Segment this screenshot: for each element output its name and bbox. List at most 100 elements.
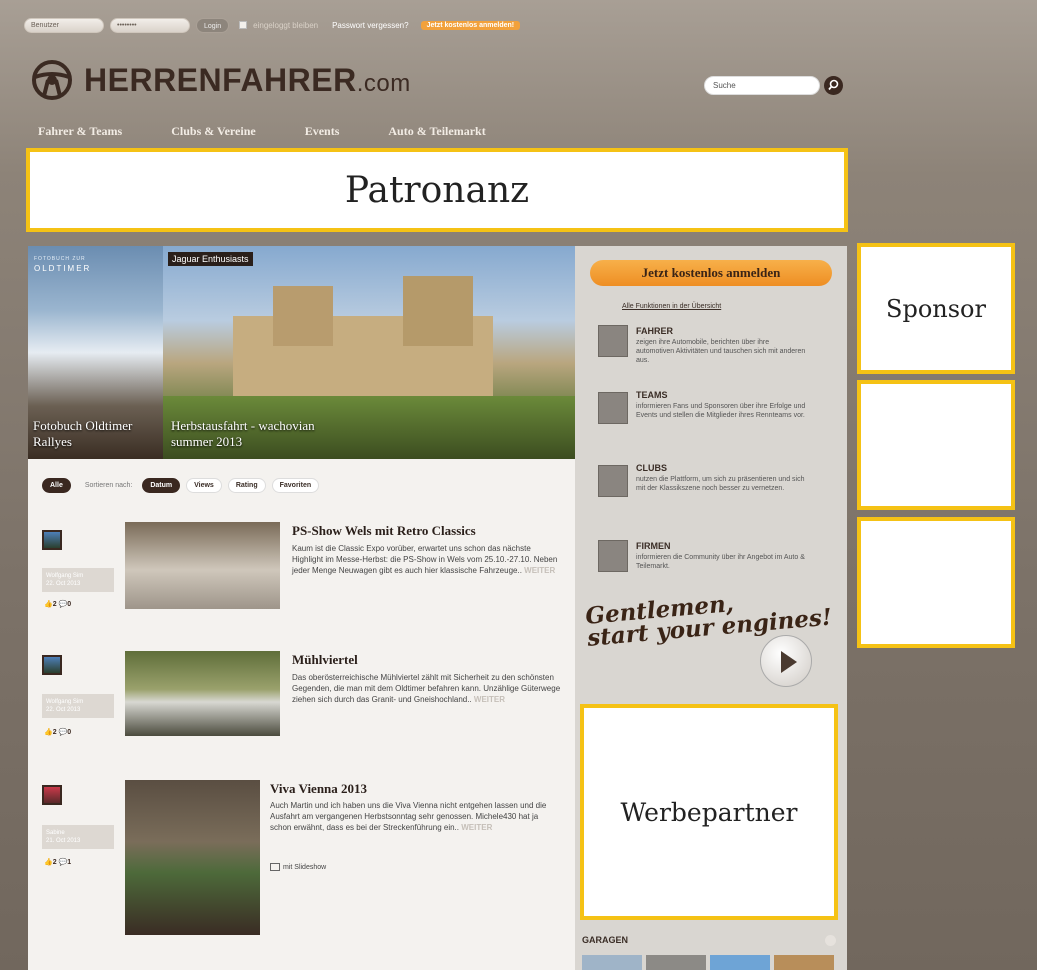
comment-count: 0 — [67, 601, 72, 608]
article-stats: 👍2 💬0 — [44, 728, 71, 736]
feature-title[interactable]: FAHRER — [636, 326, 673, 336]
like-icon[interactable]: 👍 — [44, 859, 53, 866]
remember-checkbox[interactable] — [239, 21, 248, 29]
author-avatar[interactable] — [42, 655, 62, 675]
login-button[interactable]: Login — [196, 17, 230, 33]
driver-icon — [598, 325, 628, 357]
author-avatar[interactable] — [42, 530, 62, 550]
slideshow-icon — [270, 863, 280, 871]
like-count: 2 — [52, 601, 57, 608]
feature-title[interactable]: CLUBS — [636, 463, 667, 473]
hero-left-caption[interactable]: Fotobuch Oldtimer Rallyes — [33, 418, 158, 450]
nav-item-events[interactable]: Events — [305, 124, 340, 139]
search-icon — [828, 79, 839, 91]
feature-title[interactable]: TEAMS — [636, 390, 668, 400]
remember-label: eingeloggt bleiben — [253, 20, 319, 30]
patronanz-ad-slot[interactable]: Patronanz — [26, 148, 848, 232]
all-functions-link[interactable]: Alle Funktionen in der Übersicht — [622, 303, 721, 310]
author-avatar[interactable] — [42, 785, 62, 805]
article-stats: 👍2 💬0 — [44, 600, 71, 608]
username-input[interactable]: Benutzer — [24, 17, 104, 33]
article-date: 22. Oct 2013 — [46, 581, 81, 587]
sort-rating-button[interactable]: Rating — [227, 478, 266, 493]
article-title[interactable]: Viva Vienna 2013 — [270, 781, 367, 797]
feature-text: nutzen die Plattform, um sich zu präsent… — [636, 476, 805, 492]
logo-text: HERRENFAHRER.com — [84, 61, 411, 98]
filter-all-button[interactable]: Alle — [42, 478, 71, 493]
garagen-more-icon[interactable] — [825, 935, 836, 946]
article-meta: Sabine 21. Oct 2013 — [42, 825, 114, 849]
like-count: 2 — [52, 729, 57, 736]
garage-thumbnail[interactable] — [646, 955, 706, 970]
search-input[interactable]: Suche — [704, 76, 820, 95]
article-title[interactable]: PS-Show Wels mit Retro Classics — [292, 523, 476, 539]
article-date: 22. Oct 2013 — [46, 707, 81, 713]
author-name[interactable]: Sabine — [46, 829, 110, 837]
slideshow-link[interactable]: mit Slideshow — [270, 863, 326, 871]
comment-count: 0 — [67, 729, 72, 736]
feature-title[interactable]: FIRMEN — [636, 541, 671, 551]
garage-thumbnail[interactable] — [582, 955, 642, 970]
feature-text: zeigen ihre Automobile, berichten über i… — [636, 339, 806, 364]
sponsor-ad-slot[interactable]: Sponsor — [857, 243, 1015, 374]
hero-right-caption[interactable]: Herbstausfahrt - wachovian summer 2013 — [171, 418, 351, 450]
article-title[interactable]: Mühlviertel — [292, 652, 358, 668]
hero-left-title: OLDTIMER — [34, 264, 92, 273]
article-date: 21. Oct 2013 — [46, 838, 81, 844]
signup-button[interactable]: Jetzt kostenlos anmelden — [590, 260, 832, 286]
comment-count: 1 — [67, 859, 72, 866]
ad-slot-3[interactable] — [857, 517, 1015, 648]
nav-item-clubs-vereine[interactable]: Clubs & Vereine — [171, 124, 255, 139]
company-building-icon — [598, 540, 628, 572]
article-meta: Wolfgang Sim 22. Oct 2013 — [42, 694, 114, 718]
register-button[interactable]: Jetzt kostenlos anmelden! — [420, 20, 521, 30]
author-name[interactable]: Wolfgang Sim — [46, 698, 110, 706]
nav-item-auto-teilemarkt[interactable]: Auto & Teilemarkt — [388, 124, 485, 139]
steering-wheel-icon — [32, 60, 72, 100]
team-icon — [598, 392, 628, 424]
like-icon[interactable]: 👍 — [44, 729, 53, 736]
password-input[interactable]: •••••••• — [110, 17, 190, 33]
sort-views-button[interactable]: Views — [186, 478, 222, 493]
forgot-password-link[interactable]: Passwort vergessen? — [332, 21, 408, 30]
read-more-link[interactable]: WEITER — [461, 823, 492, 832]
like-count: 2 — [52, 859, 57, 866]
article-excerpt: Das oberösterreichische Mühlviertel zähl… — [292, 673, 561, 704]
nav-item-fahrer-teams[interactable]: Fahrer & Teams — [38, 124, 122, 139]
sort-datum-button[interactable]: Datum — [142, 478, 181, 493]
hero-tag[interactable]: Jaguar Enthusiasts — [168, 252, 253, 266]
werbepartner-ad-slot[interactable]: Werbepartner — [580, 704, 838, 920]
read-more-link[interactable]: WEITER — [474, 695, 505, 704]
garage-thumbnail[interactable] — [774, 955, 834, 970]
article-excerpt: Kaum ist die Classic Expo vorüber, erwar… — [292, 544, 558, 575]
sort-label: Sortieren nach: — [84, 482, 133, 489]
werbepartner-label: Werbepartner — [620, 797, 798, 827]
filter-bar: Alle Sortieren nach: Datum Views Rating … — [42, 478, 320, 493]
comment-icon[interactable]: 💬 — [59, 601, 68, 608]
search-button[interactable] — [824, 76, 843, 95]
comment-icon[interactable]: 💬 — [59, 729, 68, 736]
read-more-link[interactable]: WEITER — [524, 566, 555, 575]
site-logo[interactable]: HERRENFAHRER.com — [30, 58, 411, 102]
article-thumbnail[interactable] — [125, 522, 280, 609]
ad-slot-2[interactable] — [857, 380, 1015, 510]
patronanz-label: Patronanz — [344, 169, 530, 211]
article-thumbnail[interactable] — [125, 651, 280, 736]
sponsor-label: Sponsor — [886, 294, 986, 323]
article-thumbnail[interactable] — [125, 780, 260, 935]
article-meta: Wolfgang Sim 22. Oct 2013 — [42, 568, 114, 592]
club-pennant-icon — [598, 465, 628, 497]
main-nav: Fahrer & Teams Clubs & Vereine Events Au… — [38, 124, 486, 139]
login-bar: Benutzer •••••••• Login eingeloggt bleib… — [24, 14, 1004, 36]
feature-text: informieren die Community über ihr Angeb… — [636, 554, 805, 570]
comment-icon[interactable]: 💬 — [59, 859, 68, 866]
like-icon[interactable]: 👍 — [44, 601, 53, 608]
play-video-button[interactable] — [760, 635, 812, 687]
garagen-heading: GARAGEN — [582, 935, 629, 945]
feature-text: informieren Fans und Sponsoren über ihre… — [636, 403, 806, 419]
garage-thumbnail[interactable] — [710, 955, 770, 970]
author-name[interactable]: Wolfgang Sim — [46, 572, 110, 580]
article-excerpt: Auch Martin und ich haben uns die Viva V… — [270, 801, 547, 832]
sort-favoriten-button[interactable]: Favoriten — [271, 478, 320, 493]
article-stats: 👍2 💬1 — [44, 858, 71, 866]
